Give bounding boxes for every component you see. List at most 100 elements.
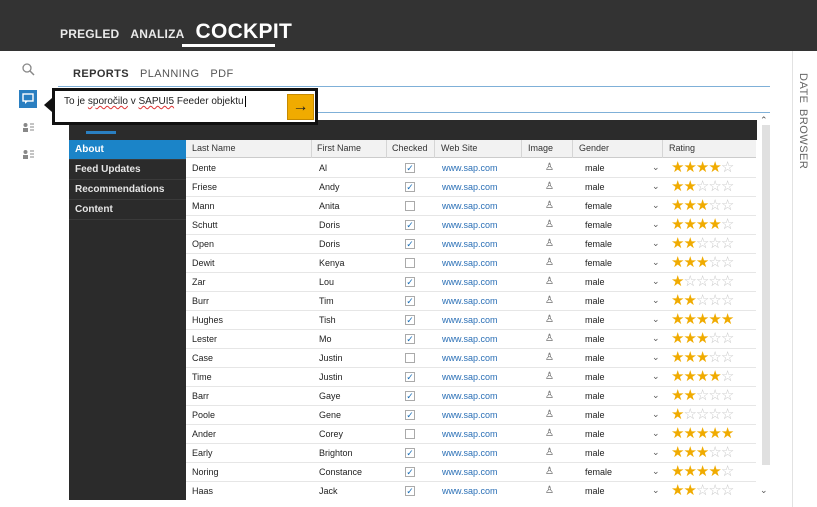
gender-select[interactable]: male [585,353,605,363]
chevron-down-icon[interactable]: ⌄ [652,162,660,173]
side-menu-about[interactable]: About [69,140,186,160]
star-icon[interactable]: ☆ [721,235,734,252]
web-site-link[interactable]: www.sap.com [442,258,498,268]
star-icon[interactable]: ★ [683,444,696,461]
web-site-link[interactable]: www.sap.com [442,220,498,230]
contacts-list-icon[interactable] [19,145,37,163]
table-row[interactable]: Zar Lou ✓ www.sap.com ♙ male ⌄ ★☆☆☆☆ [186,273,756,292]
star-icon[interactable]: ☆ [721,216,734,233]
chevron-down-icon[interactable]: ⌄ [652,352,660,363]
chevron-down-icon[interactable]: ⌄ [652,314,660,325]
rating-stars[interactable]: ★☆☆☆☆ [671,273,734,291]
chevron-down-icon[interactable]: ⌄ [652,485,660,496]
gender-select[interactable]: male [585,315,605,325]
star-icon[interactable]: ★ [683,349,696,366]
star-icon[interactable]: ★ [671,406,684,423]
gender-select[interactable]: male [585,372,605,382]
star-icon[interactable]: ★ [671,273,684,290]
star-icon[interactable]: ☆ [721,368,734,385]
star-icon[interactable]: ☆ [708,273,721,290]
scroll-thumb[interactable] [762,125,770,465]
star-icon[interactable]: ☆ [721,349,734,366]
checked-checkbox[interactable]: ✓ [405,277,415,287]
star-icon[interactable]: ☆ [683,273,696,290]
web-site-link[interactable]: www.sap.com [442,201,498,211]
star-icon[interactable]: ☆ [708,235,721,252]
star-icon[interactable]: ★ [671,444,684,461]
side-menu-content[interactable]: Content [69,200,186,220]
checked-checkbox[interactable]: ✓ [405,391,415,401]
star-icon[interactable]: ☆ [721,406,734,423]
star-icon[interactable]: ★ [708,159,721,176]
star-icon[interactable]: ★ [696,330,709,347]
chevron-down-icon[interactable]: ⌄ [652,181,660,192]
rating-stars[interactable]: ★☆☆☆☆ [671,406,734,424]
gender-select[interactable]: male [585,296,605,306]
star-icon[interactable]: ★ [683,216,696,233]
star-icon[interactable]: ☆ [683,406,696,423]
checked-checkbox[interactable] [405,353,415,363]
star-icon[interactable]: ★ [721,425,734,442]
table-row[interactable]: Barr Gaye ✓ www.sap.com ♙ male ⌄ ★★☆☆☆ [186,387,756,406]
browser-label[interactable]: BROWSER [797,109,809,169]
table-row[interactable]: Ander Corey www.sap.com ♙ male ⌄ ★★★★★ [186,425,756,444]
star-icon[interactable]: ★ [708,425,721,442]
chevron-down-icon[interactable]: ⌄ [652,333,660,344]
star-icon[interactable]: ★ [683,368,696,385]
chevron-down-icon[interactable]: ⌄ [652,409,660,420]
web-site-link[interactable]: www.sap.com [442,410,498,420]
star-icon[interactable]: ★ [696,425,709,442]
rating-stars[interactable]: ★★★★☆ [671,368,734,386]
web-site-link[interactable]: www.sap.com [442,334,498,344]
star-icon[interactable]: ★ [696,463,709,480]
table-row[interactable]: Hughes Tish ✓ www.sap.com ♙ male ⌄ ★★★★★ [186,311,756,330]
checked-checkbox[interactable]: ✓ [405,448,415,458]
web-site-link[interactable]: www.sap.com [442,486,498,496]
rating-stars[interactable]: ★★☆☆☆ [671,292,734,310]
column-header-last-name[interactable]: Last Name [192,143,236,153]
star-icon[interactable]: ★ [696,444,709,461]
gender-select[interactable]: male [585,182,605,192]
web-site-link[interactable]: www.sap.com [442,163,498,173]
star-icon[interactable]: ★ [696,197,709,214]
star-icon[interactable]: ☆ [708,444,721,461]
star-icon[interactable]: ★ [683,330,696,347]
star-icon[interactable]: ★ [671,463,684,480]
gender-select[interactable]: male [585,334,605,344]
star-icon[interactable]: ★ [696,254,709,271]
star-icon[interactable]: ☆ [721,387,734,404]
star-icon[interactable]: ★ [708,311,721,328]
table-row[interactable]: Schutt Doris ✓ www.sap.com ♙ female ⌄ ★★★★☆ [186,216,756,235]
star-icon[interactable]: ★ [683,482,696,499]
star-icon[interactable]: ★ [671,254,684,271]
star-icon[interactable]: ★ [671,482,684,499]
star-icon[interactable]: ☆ [696,292,709,309]
checked-checkbox[interactable] [405,258,415,268]
chevron-down-icon[interactable]: ⌄ [652,276,660,287]
star-icon[interactable]: ★ [683,387,696,404]
table-row[interactable]: Early Brighton ✓ www.sap.com ♙ male ⌄ ★★★☆☆ [186,444,756,463]
top-nav-cockpit[interactable]: COCKPIT [195,20,292,44]
web-site-link[interactable]: www.sap.com [442,353,498,363]
tab-reports[interactable]: REPORTS [73,68,129,80]
contacts-list-icon[interactable] [19,118,37,136]
chevron-down-icon[interactable]: ⌄ [652,371,660,382]
star-icon[interactable]: ☆ [708,330,721,347]
table-row[interactable]: Burr Tim ✓ www.sap.com ♙ male ⌄ ★★☆☆☆ [186,292,756,311]
star-icon[interactable]: ☆ [708,197,721,214]
star-icon[interactable]: ★ [683,159,696,176]
star-icon[interactable]: ★ [671,349,684,366]
star-icon[interactable]: ☆ [721,254,734,271]
side-menu-recommendations[interactable]: Recommendations [69,180,186,200]
checked-checkbox[interactable] [405,429,415,439]
checked-checkbox[interactable] [405,201,415,211]
star-icon[interactable]: ☆ [696,178,709,195]
checked-checkbox[interactable]: ✓ [405,239,415,249]
star-icon[interactable]: ☆ [721,463,734,480]
chevron-down-icon[interactable]: ⌄ [652,447,660,458]
gender-select[interactable]: male [585,163,605,173]
gender-select[interactable]: female [585,201,612,211]
rating-stars[interactable]: ★★★★☆ [671,159,734,177]
rating-stars[interactable]: ★★☆☆☆ [671,235,734,253]
gender-select[interactable]: male [585,486,605,496]
